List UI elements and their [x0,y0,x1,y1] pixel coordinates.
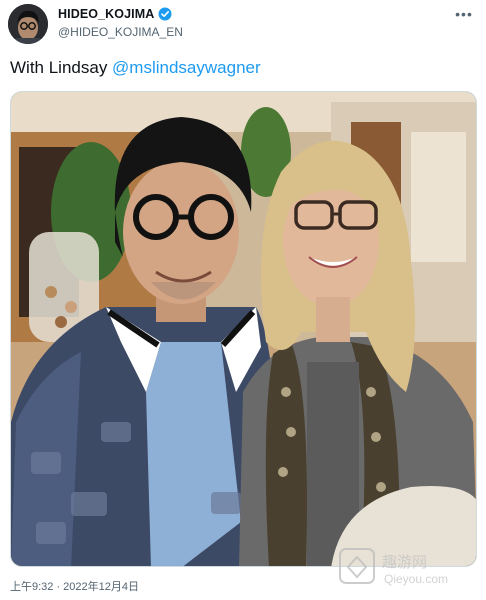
tweet-timestamp[interactable]: 上午9:32 · 2022年12月4日 [10,578,139,594]
tweet-text-prefix: With Lindsay [10,58,113,77]
more-options-icon[interactable]: ••• [454,6,474,22]
tweet-text: With Lindsay @mslindsaywagner [10,57,261,79]
tweet-photo[interactable] [10,91,477,567]
author-name-row: HIDEO_KOJIMA [58,7,172,21]
verified-badge-icon [158,7,172,21]
mention-link[interactable]: @mslindsaywagner [112,58,261,77]
author-display-name[interactable]: HIDEO_KOJIMA [58,7,154,21]
watermark-brand: 趣游网 [382,553,427,571]
tweet-header: HIDEO_KOJIMA @HIDEO_KOJIMA_EN ••• [0,0,486,50]
site-watermark: 趣游网 Qieyou.com [338,545,472,589]
author-handle[interactable]: @HIDEO_KOJIMA_EN [58,25,183,39]
avatar[interactable] [8,4,48,44]
watermark-site: Qieyou.com [384,572,448,586]
photo-illustration [11,92,476,566]
